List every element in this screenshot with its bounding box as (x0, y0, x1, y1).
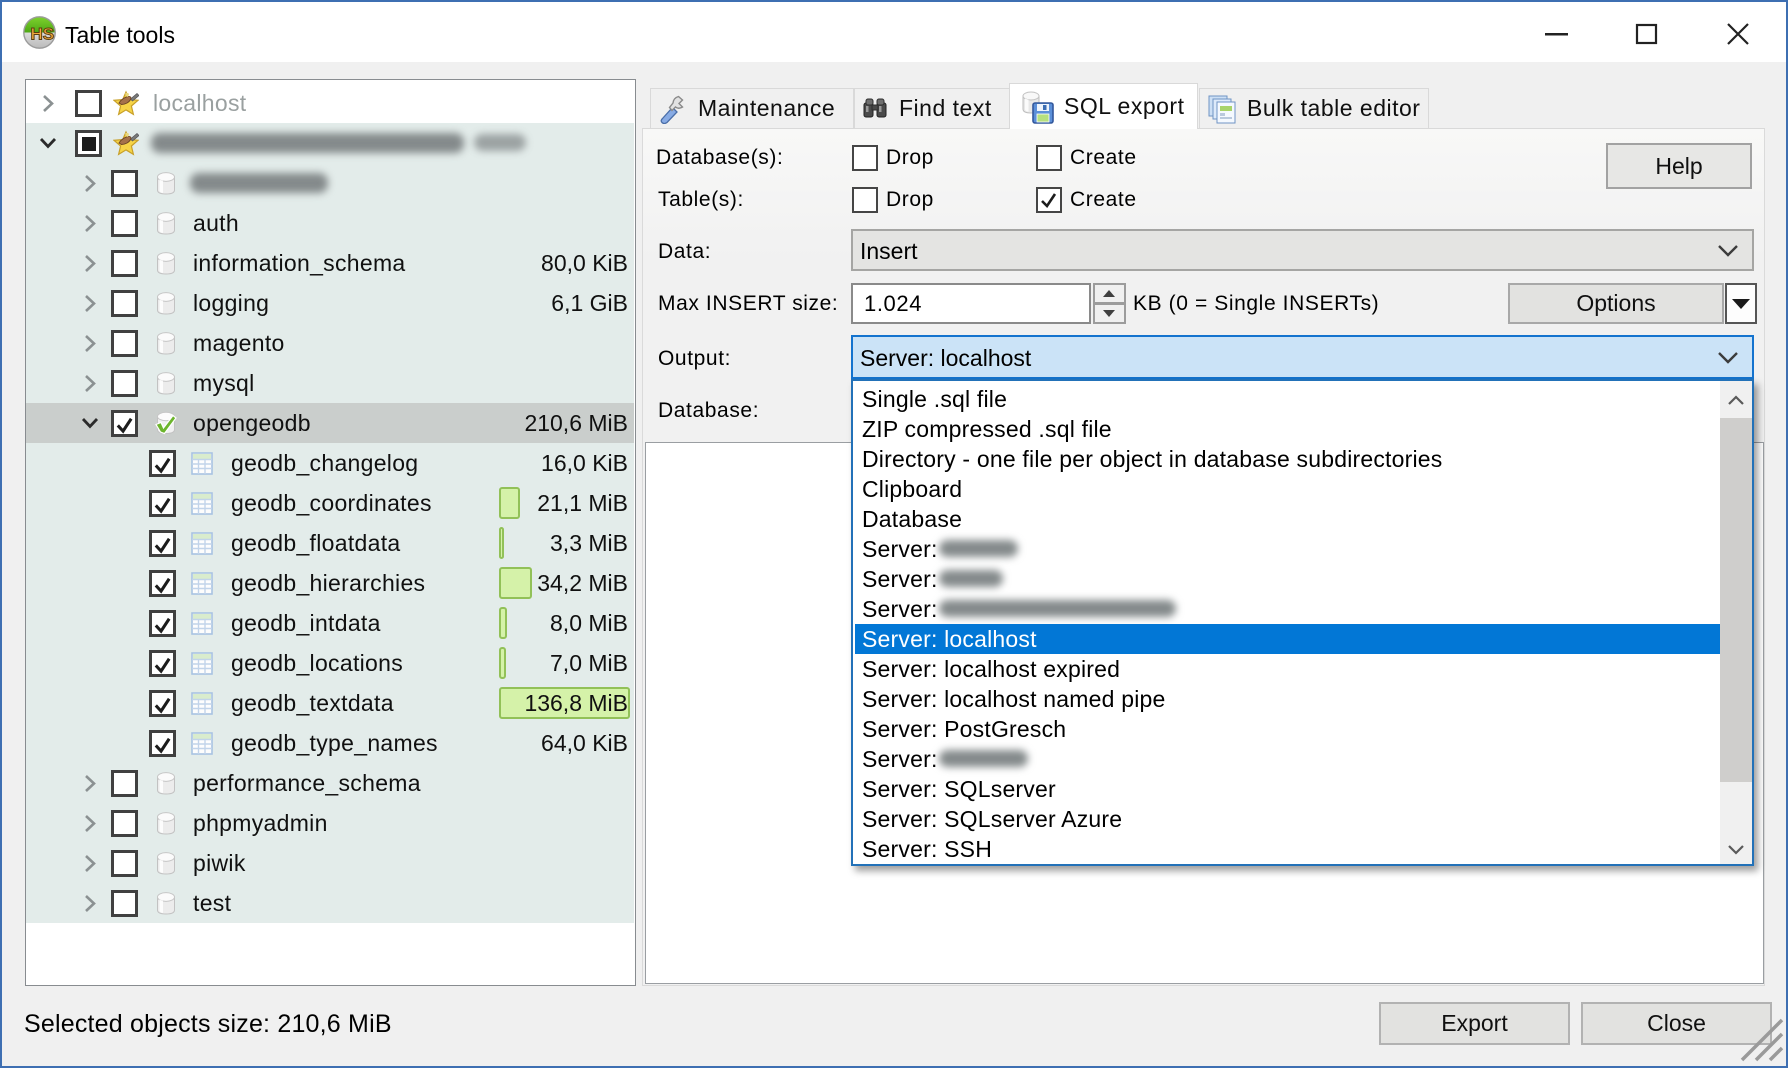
svg-text:HS: HS (31, 25, 55, 44)
